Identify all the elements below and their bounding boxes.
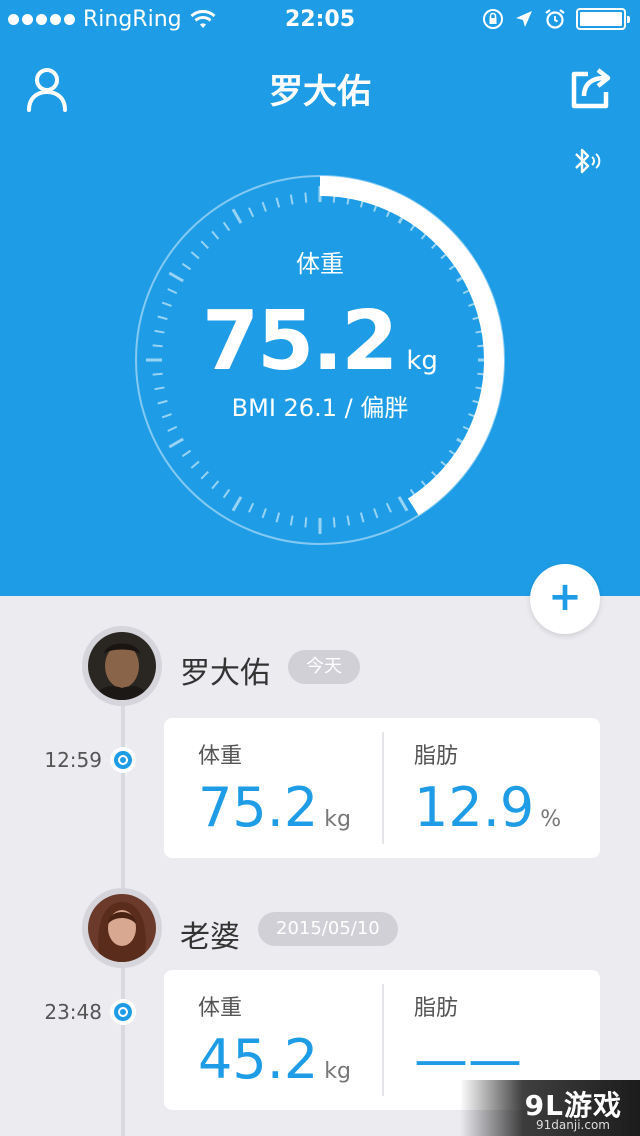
gauge-tick <box>346 515 351 526</box>
card-divider <box>382 732 384 844</box>
record-time: 23:48 <box>44 1000 102 1024</box>
gauge-tick <box>385 502 392 513</box>
gauge-tick <box>289 515 294 526</box>
gauge-tick <box>222 488 231 499</box>
gauge-value: 75.2 kg <box>0 294 640 389</box>
gauge-tick <box>200 471 209 480</box>
gauge-tick <box>289 194 294 205</box>
status-bar: RingRing 22:05 <box>0 0 640 40</box>
avatar[interactable] <box>82 888 162 968</box>
gauge-tick <box>275 197 281 208</box>
gauge-tick <box>211 230 220 240</box>
fat-label: 脂肪 <box>414 996 459 1021</box>
weight-unit: kg <box>406 346 438 376</box>
share-icon[interactable] <box>568 64 616 112</box>
weight-unit-label: kg <box>324 1059 351 1084</box>
gauge-tick <box>397 496 409 512</box>
alarm-icon <box>545 9 565 29</box>
weight-value: 75.2 <box>202 294 398 389</box>
gauge-tick <box>167 425 178 432</box>
fat-unit-label: % <box>540 807 562 832</box>
gauge-tick <box>304 192 308 203</box>
watermark-url: 91danji.com <box>536 1118 610 1132</box>
gauge-tick <box>261 201 267 212</box>
status-right <box>482 8 630 30</box>
clock-icon <box>110 747 136 773</box>
gauge-tick <box>211 480 220 490</box>
date-tag: 今天 <box>288 650 360 684</box>
card-divider <box>382 984 384 1096</box>
record-time: 12:59 <box>44 748 102 772</box>
record-card[interactable]: 体重 75.2 kg 脂肪 12.9% <box>164 718 600 858</box>
fat-label: 脂肪 <box>414 744 459 769</box>
weight-label: 体重 <box>198 996 243 1021</box>
gauge-tick <box>190 460 200 469</box>
bmi-text: BMI 26.1 / 偏胖 <box>231 394 409 422</box>
weight-number: 75.2 <box>198 776 319 839</box>
hero-panel: RingRing 22:05 罗大佑 体重 75.2 kg BMI 26.1 /… <box>0 0 640 596</box>
gauge-tick <box>373 508 379 519</box>
gauge-tick <box>167 288 178 295</box>
gauge-tick <box>168 437 184 449</box>
top-bar: 罗大佑 <box>0 40 640 130</box>
user-name: 罗大佑 <box>180 656 270 691</box>
gauge-tick <box>222 221 231 232</box>
add-button[interactable]: + <box>530 564 600 634</box>
gauge-tick <box>248 502 255 513</box>
avatar-photo-female <box>88 894 156 962</box>
clock-icon <box>110 999 136 1025</box>
weight-number: 45.2 <box>198 1028 319 1091</box>
page-title: 罗大佑 <box>269 72 371 112</box>
gauge-tick <box>359 512 365 523</box>
fat-reading: 12.9% <box>414 776 561 839</box>
gauge-label: 体重 <box>296 250 344 278</box>
battery-icon <box>576 8 630 30</box>
date-tag: 2015/05/10 <box>258 912 398 946</box>
gauge-tick <box>231 496 243 512</box>
weight-reading: 75.2 kg <box>198 776 351 839</box>
bluetooth-icon[interactable] <box>570 144 604 178</box>
location-icon <box>516 11 532 27</box>
gauge-tick <box>261 508 267 519</box>
gauge-tick <box>231 208 243 224</box>
avatar-photo-male <box>88 632 156 700</box>
weight-label: 体重 <box>198 744 243 769</box>
gauge-tick <box>248 207 255 218</box>
gauge-tick <box>332 517 336 528</box>
orientation-lock-icon <box>483 9 503 29</box>
watermark: 9L游戏 91danji.com <box>460 1080 640 1136</box>
fat-number: 12.9 <box>414 776 535 839</box>
gauge-tick <box>275 512 281 523</box>
user-name: 老婆 <box>180 920 240 955</box>
avatar[interactable] <box>82 626 162 706</box>
weight-unit-label: kg <box>324 807 351 832</box>
gauge-tick <box>304 517 308 528</box>
weight-reading: 45.2 kg <box>198 1028 351 1091</box>
gauge-tick <box>181 449 192 458</box>
